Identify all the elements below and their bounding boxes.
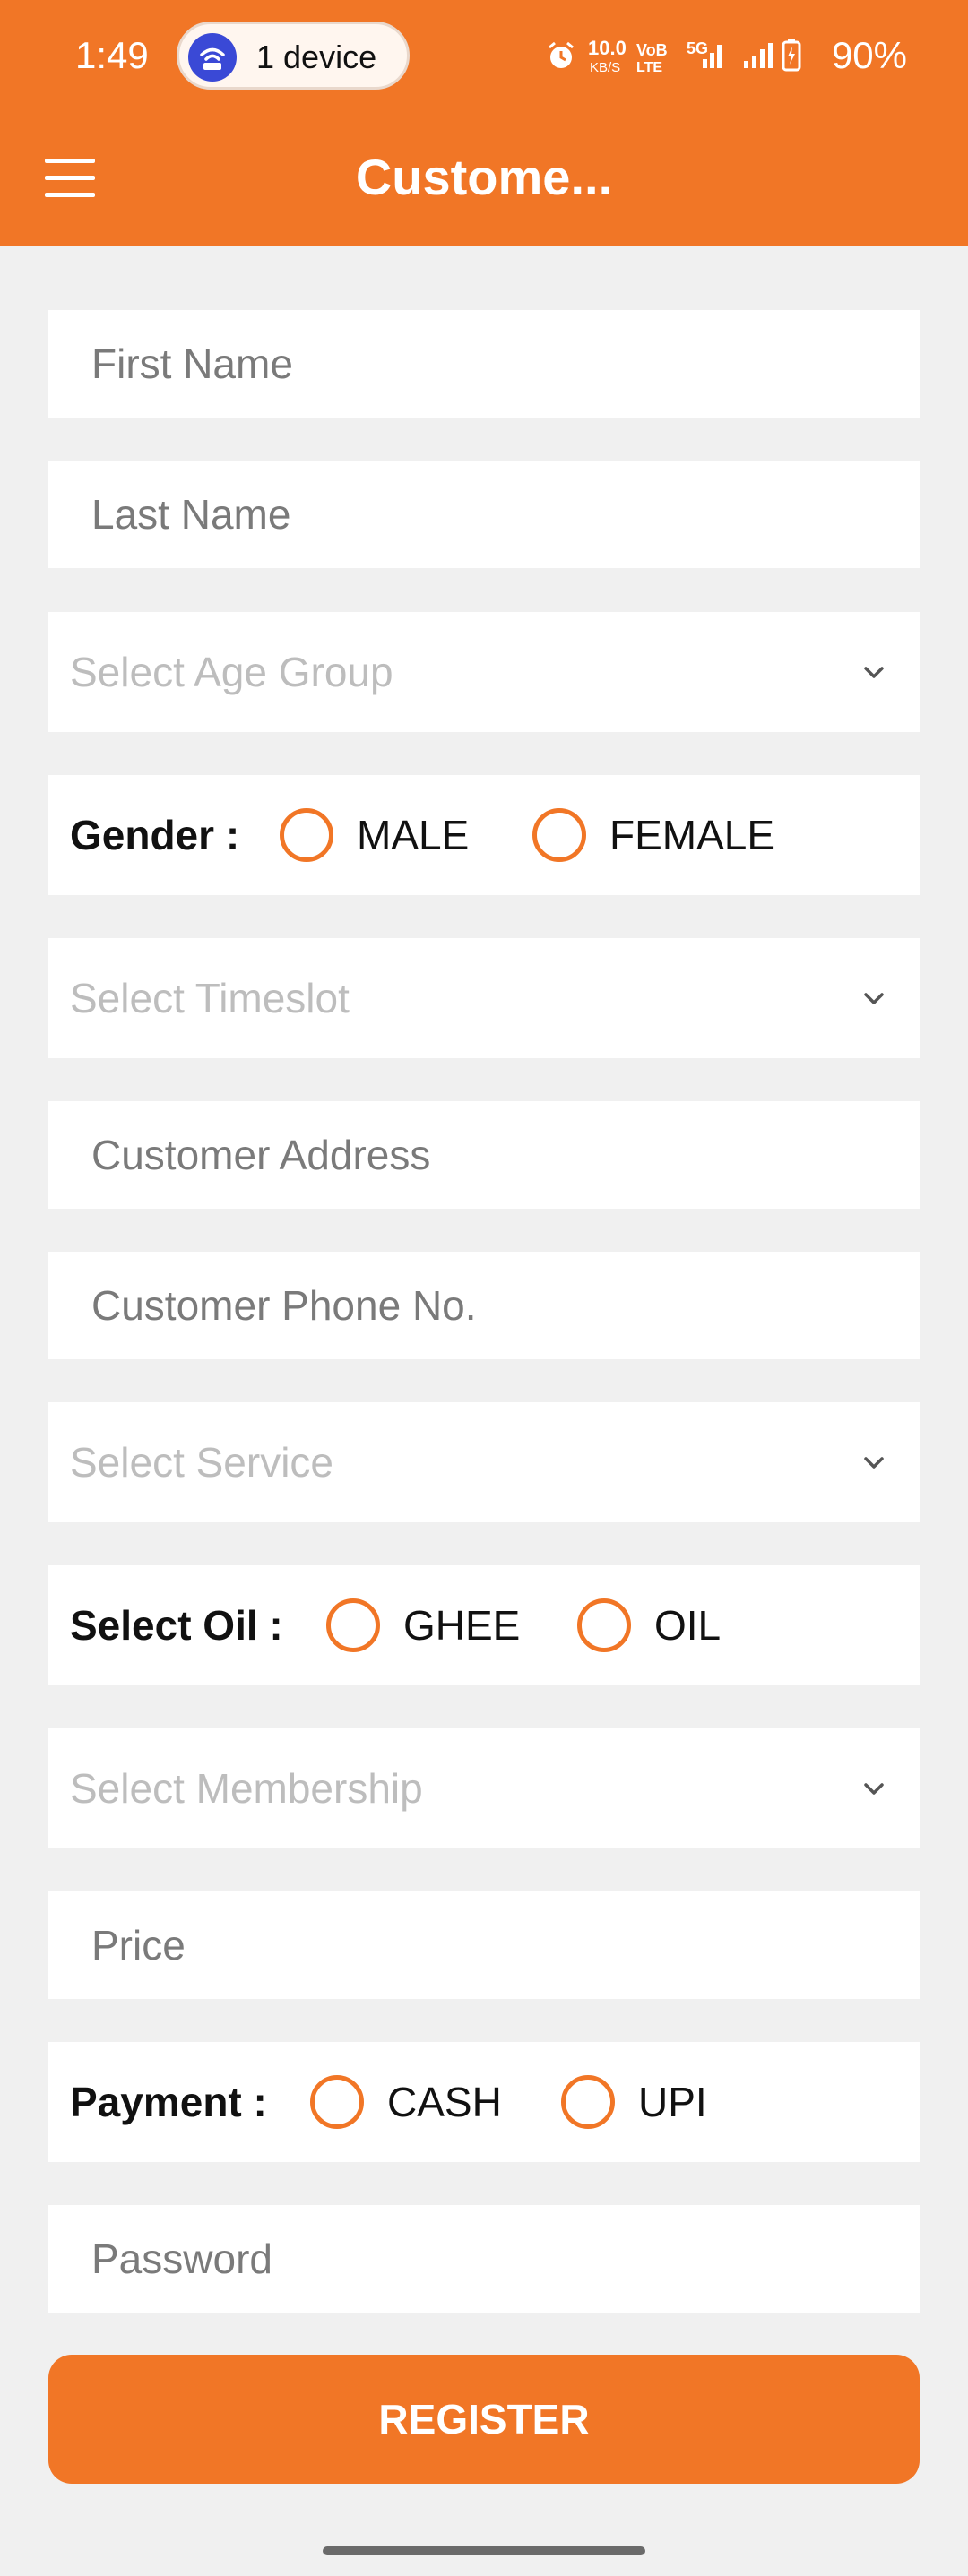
oil-group: Select Oil : GHEE OIL — [48, 1565, 920, 1685]
radio-circle-icon — [280, 808, 333, 862]
customer-address-field[interactable]: Customer Address — [48, 1101, 920, 1209]
signal-icon-2 — [742, 39, 778, 73]
battery-icon — [782, 38, 801, 75]
gender-male-label: MALE — [357, 812, 470, 858]
last-name-placeholder: Last Name — [91, 491, 291, 538]
payment-group: Payment : CASH UPI — [48, 2042, 920, 2162]
membership-placeholder: Select Membership — [70, 1765, 423, 1812]
chevron-down-icon — [864, 1457, 884, 1469]
status-icons: 10.0 KB/S VoB LTE 5G 90% — [531, 29, 907, 82]
oil-label: Select Oil : — [70, 1602, 283, 1649]
hotspot-icon — [188, 33, 237, 82]
status-time: 1:49 — [75, 34, 149, 76]
timeslot-select[interactable]: Select Timeslot — [48, 938, 920, 1058]
price-placeholder: Price — [91, 1922, 186, 1969]
chevron-down-icon — [864, 993, 884, 1004]
password-field[interactable]: Password — [48, 2205, 920, 2313]
home-indicator[interactable] — [323, 2546, 645, 2555]
battery-percent: 90% — [831, 34, 907, 76]
chevron-down-icon — [864, 667, 884, 678]
oil-oil-label: OIL — [654, 1602, 722, 1649]
customer-address-placeholder: Customer Address — [91, 1132, 431, 1178]
first-name-field[interactable]: First Name — [48, 310, 920, 418]
customer-phone-placeholder: Customer Phone No. — [91, 1282, 477, 1329]
chevron-down-icon — [864, 1783, 884, 1795]
payment-label: Payment : — [70, 2079, 267, 2125]
customer-phone-field[interactable]: Customer Phone No. — [48, 1252, 920, 1359]
gender-label: Gender : — [70, 812, 240, 858]
hotspot-pill[interactable]: 1 device — [177, 22, 410, 90]
radio-circle-icon — [326, 1598, 380, 1652]
alarm-icon — [545, 39, 577, 75]
radio-circle-icon — [532, 808, 586, 862]
payment-upi-label: UPI — [638, 2079, 707, 2125]
gender-group: Gender : MALE FEMALE — [48, 775, 920, 895]
status-bar: 1:49 1 device 10.0 KB/S VoB LTE 5G 90% — [0, 0, 968, 112]
signal-icon-1 — [701, 39, 726, 73]
hotspot-label: 1 device — [256, 39, 377, 75]
age-group-select[interactable]: Select Age Group — [48, 612, 920, 732]
register-button[interactable]: REGISTER — [48, 2355, 920, 2484]
password-placeholder: Password — [91, 2236, 272, 2282]
payment-cash-label: CASH — [387, 2079, 502, 2125]
gender-female-label: FEMALE — [609, 812, 775, 858]
oil-ghee-label: GHEE — [403, 1602, 521, 1649]
service-select[interactable]: Select Service — [48, 1402, 920, 1522]
first-name-placeholder: First Name — [91, 340, 293, 387]
net-speed-unit: KB/S — [590, 60, 621, 75]
net-speed-value: 10.0 — [588, 37, 627, 59]
radio-circle-icon — [310, 2075, 364, 2129]
radio-circle-icon — [577, 1598, 631, 1652]
service-placeholder: Select Service — [70, 1439, 334, 1486]
age-group-placeholder: Select Age Group — [70, 649, 393, 695]
app-header: 1:49 1 device 10.0 KB/S VoB LTE 5G 90% C… — [0, 0, 968, 246]
last-name-field[interactable]: Last Name — [48, 461, 920, 568]
toolbar: Custome... — [0, 112, 968, 246]
volte-top: VoB — [636, 41, 668, 59]
page-title: Custome... — [355, 149, 613, 205]
price-field[interactable]: Price — [48, 1891, 920, 1999]
volte-bottom: LTE — [636, 60, 663, 75]
membership-select[interactable]: Select Membership — [48, 1728, 920, 1848]
radio-circle-icon — [561, 2075, 615, 2129]
timeslot-placeholder: Select Timeslot — [70, 975, 350, 1021]
